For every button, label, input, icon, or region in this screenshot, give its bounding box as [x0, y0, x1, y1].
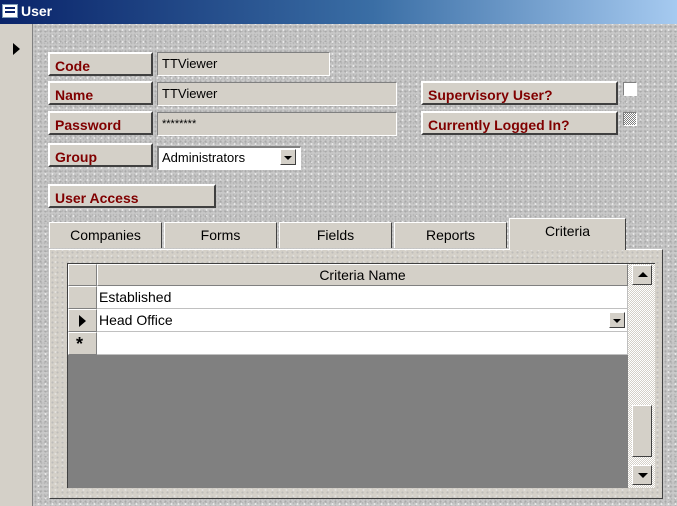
- tab-criteria[interactable]: Criteria: [509, 218, 626, 250]
- name-field[interactable]: TTViewer: [157, 82, 397, 106]
- arrow-down-icon: [638, 473, 648, 478]
- user-access-label: User Access: [48, 184, 216, 208]
- group-dropdown-button[interactable]: [280, 149, 296, 165]
- form-detail: Code TTViewer Name TTViewer Password ***…: [33, 24, 677, 506]
- scroll-thumb[interactable]: [632, 405, 652, 457]
- code-field[interactable]: TTViewer: [157, 52, 330, 76]
- row-selector[interactable]: *: [68, 332, 97, 355]
- currently-logged-in-checkbox: [623, 112, 637, 126]
- currently-logged-in-label: Currently Logged In?: [421, 111, 618, 135]
- tab-forms[interactable]: Forms: [164, 222, 277, 248]
- group-value: Administrators: [162, 150, 246, 165]
- new-record-row[interactable]: *: [68, 332, 628, 355]
- record-selector[interactable]: [0, 24, 33, 506]
- window-title: User: [21, 3, 53, 19]
- criteria-tab-panel: Criteria Name Established Head Office *: [49, 249, 663, 499]
- table-row[interactable]: Established: [68, 286, 628, 309]
- new-record-star-icon: *: [76, 334, 84, 354]
- tab-fields[interactable]: Fields: [279, 222, 392, 248]
- password-field[interactable]: ********: [157, 112, 397, 136]
- supervisory-user-label: Supervisory User?: [421, 81, 618, 105]
- criteria-datasheet[interactable]: Criteria Name Established Head Office *: [67, 263, 655, 488]
- title-bar[interactable]: User: [0, 0, 677, 24]
- chevron-down-icon: [613, 319, 621, 323]
- criteria-dropdown-button[interactable]: [609, 312, 625, 328]
- group-combo[interactable]: Administrators: [157, 146, 301, 170]
- chevron-down-icon: [284, 156, 292, 160]
- name-label: Name: [48, 81, 153, 105]
- password-label: Password: [48, 111, 153, 135]
- tab-strip: Companies Forms Fields Reports Criteria: [49, 218, 663, 250]
- criteria-cell[interactable]: Head Office: [97, 309, 628, 332]
- column-header-criteria-name[interactable]: Criteria Name: [97, 264, 628, 286]
- group-label: Group: [48, 143, 153, 167]
- supervisory-user-checkbox[interactable]: [623, 82, 637, 96]
- current-record-arrow-icon: [13, 43, 20, 55]
- tab-reports[interactable]: Reports: [394, 222, 507, 248]
- arrow-up-icon: [638, 272, 648, 277]
- table-row[interactable]: Head Office: [68, 309, 628, 332]
- scroll-up-button[interactable]: [632, 265, 652, 285]
- form-icon: [2, 4, 18, 18]
- code-label: Code: [48, 52, 153, 76]
- select-all-corner[interactable]: [68, 264, 97, 286]
- criteria-cell-text: Head Office: [99, 312, 173, 328]
- scroll-down-button[interactable]: [632, 465, 652, 485]
- tab-companies[interactable]: Companies: [49, 222, 162, 248]
- current-record-arrow-icon: [79, 315, 86, 327]
- criteria-cell[interactable]: Established: [97, 286, 628, 309]
- row-selector[interactable]: [68, 286, 97, 309]
- grid-header: Criteria Name: [68, 264, 628, 286]
- criteria-cell-new[interactable]: [97, 332, 628, 355]
- vertical-scrollbar[interactable]: [628, 264, 655, 488]
- row-selector[interactable]: [68, 309, 97, 332]
